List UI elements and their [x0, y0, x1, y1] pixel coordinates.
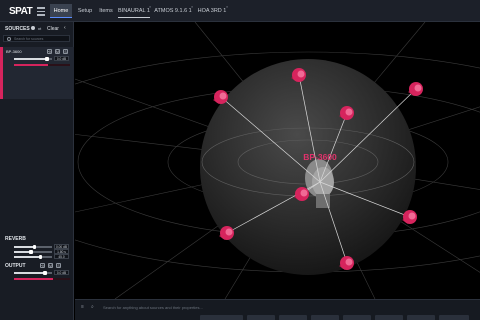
source-link-icon[interactable]: ⟲	[47, 49, 52, 54]
source-item[interactable]: BP-3600 ⟲ M S 0.0 dB	[0, 47, 74, 99]
hamburger-menu-icon[interactable]	[37, 5, 45, 16]
output-gain-value[interactable]: 0.0 dB	[54, 270, 69, 275]
reverb-slider-2[interactable]	[14, 250, 52, 254]
app-logo: SPAT	[9, 6, 33, 17]
source-gain-value[interactable]: 0.0 dB	[54, 56, 69, 61]
speaker-icon[interactable]	[213, 90, 228, 104]
tab-items[interactable]: Items	[96, 4, 116, 18]
tab-label: Items	[99, 8, 113, 14]
search-icon	[7, 37, 11, 41]
sources-search-input[interactable]: Search for sources	[3, 35, 70, 42]
scene-3d[interactable]: BP-3600	[75, 22, 480, 299]
top-bar: SPAT Home Setup Items BINAURAL 1 ≡ ATMOS 9.1.…	[0, 0, 480, 22]
tab-setup[interactable]: Setup	[73, 4, 97, 18]
spatial-viewport[interactable]: BP-3600	[75, 22, 480, 299]
bottom-menu-icon[interactable]: ≡	[81, 304, 84, 310]
tab-menu-icon[interactable]: ≡	[226, 0, 228, 14]
bottom-button-4[interactable]	[311, 315, 339, 320]
output-link-icon[interactable]: ⟲	[40, 263, 45, 268]
tab-label: Home	[53, 8, 69, 14]
command-search-input[interactable]: Search for anything about sources and th…	[103, 305, 203, 310]
bottom-button-8[interactable]	[439, 315, 469, 320]
source-mute-button[interactable]: M	[55, 49, 60, 54]
output-extra-button[interactable]: S	[56, 263, 61, 268]
tab-label: ATMOS 9.1.6 1	[154, 8, 192, 14]
source-label: BP-3600	[303, 152, 337, 162]
left-panel: SOURCES ⇄ Clear ‹ Search for sources BP-…	[0, 22, 74, 320]
bottom-button-7[interactable]	[407, 315, 435, 320]
tab-label: BINAURAL 1	[118, 8, 150, 14]
bottom-button-6[interactable]	[375, 315, 403, 320]
speaker-icon[interactable]	[408, 82, 423, 96]
source-solo-button[interactable]: S	[63, 49, 68, 54]
clear-button[interactable]: Clear	[47, 26, 59, 32]
reverb-title: REVERB	[5, 236, 26, 242]
bottom-button-5[interactable]	[343, 315, 371, 320]
output-level-meter	[14, 278, 70, 280]
tab-label: HOA 3RD 1	[197, 8, 227, 14]
tab-home[interactable]: Home	[50, 4, 72, 18]
tab-hoa-3rd-1[interactable]: HOA 3RD 1 ≡	[197, 4, 228, 18]
reverb-slider-1[interactable]	[14, 245, 52, 249]
source-level-meter	[14, 64, 70, 66]
source-name: BP-3600	[6, 49, 22, 54]
reverb-value-3[interactable]: 45.0	[54, 254, 69, 259]
output-gain-slider[interactable]	[14, 271, 52, 275]
reverb-slider-3[interactable]	[14, 255, 52, 259]
tab-binaural-1[interactable]: BINAURAL 1 ≡	[118, 4, 151, 18]
tab-menu-icon[interactable]: ≡	[149, 0, 151, 14]
source-color-accent	[0, 47, 3, 99]
source-gain-slider[interactable]	[14, 57, 52, 61]
link-icon[interactable]: ⇄	[38, 26, 41, 31]
sources-title: SOURCES	[5, 26, 30, 32]
bottom-button-3[interactable]	[279, 315, 307, 320]
tab-atmos-9-1-6-1[interactable]: ATMOS 9.1.6 1 ≡	[154, 4, 193, 18]
bottom-button-2[interactable]	[247, 315, 275, 320]
tab-menu-icon[interactable]: ≡	[191, 0, 193, 14]
bottom-search-icon[interactable]: ⌕	[91, 304, 94, 310]
bottom-bar: ≡ ⌕ Search for anything about sources an…	[75, 299, 480, 320]
tab-label: Setup	[77, 8, 93, 14]
panel-chevron-icon[interactable]: ‹	[64, 25, 66, 31]
bottom-button-1[interactable]	[200, 315, 243, 320]
output-title: OUTPUT	[5, 263, 26, 269]
output-mute-button[interactable]: M	[48, 263, 53, 268]
record-icon[interactable]	[31, 26, 35, 30]
